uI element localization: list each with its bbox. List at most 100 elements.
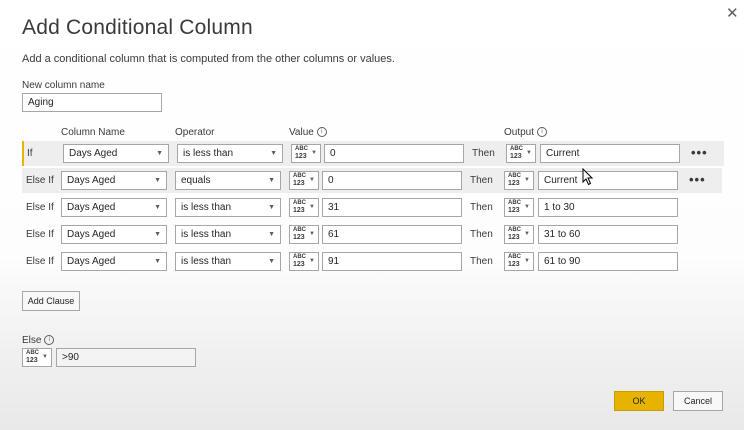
output-input[interactable]: Current bbox=[538, 171, 678, 190]
operator-value: equals bbox=[181, 175, 211, 186]
type-abc-text: ABC bbox=[293, 227, 306, 233]
dialog-title: Add Conditional Column bbox=[22, 16, 253, 39]
more-options-icon[interactable]: ••• bbox=[691, 145, 708, 160]
chevron-down-icon: ▼ bbox=[268, 204, 275, 211]
value-type-selector[interactable]: ABC 123 ▼ bbox=[289, 252, 319, 271]
output-input[interactable]: Current bbox=[540, 144, 680, 163]
value-type-selector[interactable]: ABC 123 ▼ bbox=[289, 225, 319, 244]
info-icon[interactable]: i bbox=[44, 335, 55, 346]
value-input[interactable]: 31 bbox=[322, 198, 462, 217]
operator-value: is less than bbox=[181, 256, 232, 267]
output-input[interactable]: 61 to 90 bbox=[538, 252, 678, 271]
value-type-selector[interactable]: ABC 123 ▼ bbox=[289, 198, 319, 217]
chevron-down-icon: ▼ bbox=[309, 231, 315, 237]
type-123-text: 123 bbox=[293, 261, 305, 268]
operator-dropdown[interactable]: is less than ▼ bbox=[175, 252, 281, 271]
close-icon[interactable]: ✕ bbox=[726, 4, 739, 22]
value-input[interactable]: 0 bbox=[322, 171, 462, 190]
chevron-down-icon: ▼ bbox=[154, 258, 161, 265]
value-type-selector[interactable]: ABC 123 ▼ bbox=[291, 144, 321, 163]
type-123-text: 123 bbox=[508, 207, 520, 214]
column-name-dropdown[interactable]: Days Aged ▼ bbox=[61, 225, 167, 244]
add-clause-button[interactable]: Add Clause bbox=[22, 291, 80, 311]
value-input[interactable]: 61 bbox=[322, 225, 462, 244]
chevron-down-icon: ▼ bbox=[154, 204, 161, 211]
type-abc-text: ABC bbox=[293, 200, 306, 206]
chevron-down-icon: ▼ bbox=[524, 177, 530, 183]
output-type-selector[interactable]: ABC 123 ▼ bbox=[504, 171, 534, 190]
type-abc-text: ABC bbox=[508, 200, 521, 206]
chevron-down-icon: ▼ bbox=[268, 231, 275, 238]
dialog-description: Add a conditional column that is compute… bbox=[22, 53, 395, 65]
clause-keyword: Else If bbox=[26, 175, 54, 186]
clause-keyword: If bbox=[27, 148, 33, 159]
chevron-down-icon: ▼ bbox=[42, 354, 48, 360]
column-name-dropdown[interactable]: Days Aged ▼ bbox=[61, 198, 167, 217]
value-input[interactable]: 91 bbox=[322, 252, 462, 271]
clause-row: Else If Days Aged ▼ is less than ▼ ABC 123 ▼ 31 T… bbox=[22, 195, 722, 220]
then-label: Then bbox=[470, 256, 493, 267]
ok-button[interactable]: OK bbox=[614, 391, 664, 411]
chevron-down-icon: ▼ bbox=[309, 258, 315, 264]
header-operator: Operator bbox=[175, 127, 215, 138]
column-name-dropdown[interactable]: Days Aged ▼ bbox=[61, 252, 167, 271]
value-type-selector[interactable]: ABC 123 ▼ bbox=[289, 171, 319, 190]
chevron-down-icon: ▼ bbox=[524, 231, 530, 237]
clause-row: If Days Aged ▼ is less than ▼ ABC 123 ▼ 0 Then ABC… bbox=[22, 141, 724, 166]
type-123-text: 123 bbox=[293, 234, 305, 241]
new-column-name-input[interactable]: Aging bbox=[22, 93, 162, 112]
type-abc-text: ABC bbox=[508, 173, 521, 179]
type-123-text: 123 bbox=[295, 153, 307, 160]
type-abc-text: ABC bbox=[293, 254, 306, 260]
chevron-down-icon: ▼ bbox=[311, 150, 317, 156]
type-abc-text: ABC bbox=[510, 146, 523, 152]
info-icon[interactable]: i bbox=[537, 127, 548, 138]
type-abc-text: ABC bbox=[26, 350, 39, 356]
type-123-text: 123 bbox=[510, 153, 522, 160]
then-label: Then bbox=[470, 202, 493, 213]
chevron-down-icon: ▼ bbox=[309, 204, 315, 210]
output-input[interactable]: 31 to 60 bbox=[538, 225, 678, 244]
column-name-dropdown[interactable]: Days Aged ▼ bbox=[63, 144, 169, 163]
type-abc-text: ABC bbox=[508, 227, 521, 233]
type-abc-text: ABC bbox=[295, 146, 308, 152]
else-label: Else i bbox=[22, 335, 55, 346]
then-label: Then bbox=[470, 175, 493, 186]
info-icon[interactable]: i bbox=[316, 127, 327, 138]
chevron-down-icon: ▼ bbox=[524, 258, 530, 264]
output-type-selector[interactable]: ABC 123 ▼ bbox=[506, 144, 536, 163]
output-input[interactable]: 1 to 30 bbox=[538, 198, 678, 217]
header-column-name: Column Name bbox=[61, 127, 125, 138]
operator-value: is less than bbox=[183, 148, 234, 159]
value-input[interactable]: 0 bbox=[324, 144, 464, 163]
clause-keyword: Else If bbox=[26, 229, 54, 240]
operator-dropdown[interactable]: is less than ▼ bbox=[177, 144, 283, 163]
header-output: Output i bbox=[504, 127, 548, 138]
chevron-down-icon: ▼ bbox=[526, 150, 532, 156]
more-options-icon[interactable]: ••• bbox=[689, 172, 706, 187]
header-value: Value i bbox=[289, 127, 327, 138]
operator-dropdown[interactable]: is less than ▼ bbox=[175, 198, 281, 217]
else-type-selector[interactable]: ABC 123 ▼ bbox=[22, 348, 52, 367]
operator-value: is less than bbox=[181, 202, 232, 213]
clause-row: Else If Days Aged ▼ is less than ▼ ABC 123 ▼ 61 T… bbox=[22, 222, 722, 247]
mouse-cursor-icon bbox=[582, 168, 594, 186]
type-123-text: 123 bbox=[293, 180, 305, 187]
output-type-selector[interactable]: ABC 123 ▼ bbox=[504, 198, 534, 217]
clause-row: Else If Days Aged ▼ is less than ▼ ABC 123 ▼ 91 T… bbox=[22, 249, 722, 274]
then-label: Then bbox=[472, 148, 495, 159]
output-type-selector[interactable]: ABC 123 ▼ bbox=[504, 225, 534, 244]
column-name-value: Days Aged bbox=[67, 202, 116, 213]
operator-dropdown[interactable]: equals ▼ bbox=[175, 171, 281, 190]
column-name-dropdown[interactable]: Days Aged ▼ bbox=[61, 171, 167, 190]
type-123-text: 123 bbox=[293, 207, 305, 214]
cancel-button[interactable]: Cancel bbox=[673, 391, 723, 411]
chevron-down-icon: ▼ bbox=[309, 177, 315, 183]
column-name-value: Days Aged bbox=[69, 148, 118, 159]
operator-value: is less than bbox=[181, 229, 232, 240]
else-value-input[interactable]: >90 bbox=[56, 348, 196, 367]
operator-dropdown[interactable]: is less than ▼ bbox=[175, 225, 281, 244]
chevron-down-icon: ▼ bbox=[154, 177, 161, 184]
output-type-selector[interactable]: ABC 123 ▼ bbox=[504, 252, 534, 271]
chevron-down-icon: ▼ bbox=[156, 150, 163, 157]
